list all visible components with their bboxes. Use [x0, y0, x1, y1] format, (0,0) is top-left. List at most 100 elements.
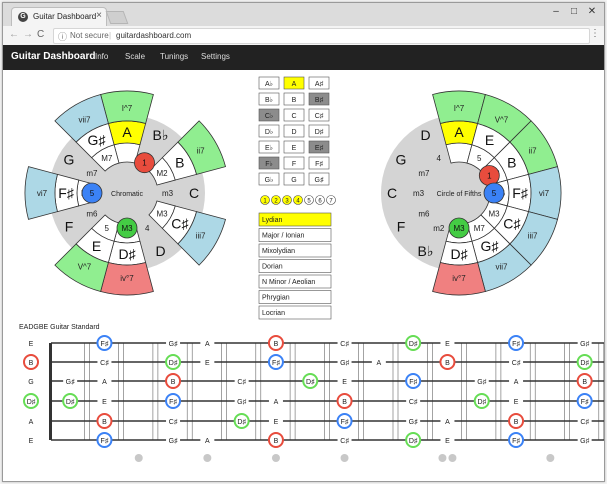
fret-note-e[interactable]: E: [440, 435, 455, 445]
chromatic-note-label-b[interactable]: B: [175, 155, 184, 171]
fret-note-g-sharp[interactable]: G♯: [63, 376, 78, 386]
url-text[interactable]: guitardashboard.com: [116, 31, 191, 40]
nav-info[interactable]: Info: [95, 52, 108, 61]
note-grid-cell-b-flat[interactable]: B♭: [258, 92, 280, 106]
note-grid-cell-c-sharp[interactable]: C♯: [308, 108, 330, 122]
fifths-chord-vi7[interactable]: vi7: [528, 166, 562, 220]
fret-note-b[interactable]: B: [508, 413, 525, 429]
fifths-chord-iv-dim7[interactable]: iv°7: [432, 262, 486, 296]
forward-icon[interactable]: →: [23, 29, 33, 40]
reload-icon[interactable]: C: [37, 29, 44, 40]
chromatic-note-label-d[interactable]: D: [155, 243, 165, 259]
note-grid-cell-c-flat[interactable]: C♭: [258, 108, 280, 122]
fret-note-f-sharp[interactable]: F♯: [96, 335, 113, 351]
fret-note-g-sharp[interactable]: G♯: [577, 435, 592, 445]
fret-note-c-sharp[interactable]: C♯: [509, 357, 524, 367]
note-grid-cell-f-sharp[interactable]: F♯: [308, 156, 330, 170]
chromatic-note-label-b-flat[interactable]: B♭: [153, 127, 169, 143]
fret-note-d-sharp[interactable]: D♯: [576, 354, 593, 370]
note-grid-cell-a-flat[interactable]: A♭: [258, 76, 280, 90]
note-grid-cell-e[interactable]: E: [283, 140, 305, 154]
fret-note-f-sharp[interactable]: F♯: [508, 432, 525, 448]
fret-note-d-sharp[interactable]: D♯: [302, 373, 319, 389]
fifths-note-label-b[interactable]: B: [507, 155, 516, 171]
fret-note-g-sharp[interactable]: G♯: [337, 357, 352, 367]
fret-note-a[interactable]: A: [440, 416, 455, 426]
nav-scale[interactable]: Scale: [125, 52, 145, 61]
fret-note-e[interactable]: E: [440, 338, 455, 348]
fret-note-a[interactable]: A: [200, 338, 215, 348]
fifths-note-label-c-sharp[interactable]: C♯: [503, 216, 521, 232]
note-grid-cell-g-sharp[interactable]: G♯: [308, 172, 330, 186]
fifths-note-label-c[interactable]: C: [387, 185, 397, 201]
chromatic-note-label-f-sharp[interactable]: F♯: [58, 185, 75, 201]
fret-note-f-sharp[interactable]: F♯: [336, 413, 353, 429]
fret-note-e[interactable]: E: [97, 396, 112, 406]
chromatic-note-label-g[interactable]: G: [64, 152, 75, 168]
fret-note-c-sharp[interactable]: C♯: [97, 357, 112, 367]
fifths-note-label-f[interactable]: F: [397, 219, 406, 235]
fifths-note-label-e[interactable]: E: [485, 132, 494, 148]
nav-tunings[interactable]: Tunings: [160, 52, 188, 61]
fifths-note-label-b-flat[interactable]: B♭: [418, 243, 434, 259]
fifths-note-label-a[interactable]: A: [454, 124, 464, 140]
brand-title[interactable]: Guitar Dashboard: [11, 51, 95, 62]
note-grid-cell-d-sharp[interactable]: D♯: [308, 124, 330, 138]
fret-note-c-sharp[interactable]: C♯: [337, 435, 352, 445]
fret-note-g-sharp[interactable]: G♯: [474, 376, 489, 386]
chromatic-note-label-g-sharp[interactable]: G♯: [88, 132, 107, 148]
fret-note-c-sharp[interactable]: C♯: [577, 416, 592, 426]
chromatic-note-label-a[interactable]: A: [122, 124, 132, 140]
fret-note-b[interactable]: B: [439, 354, 456, 370]
fret-note-b[interactable]: B: [576, 373, 593, 389]
fret-note-c-sharp[interactable]: C♯: [337, 338, 352, 348]
close-tab-icon[interactable]: ×: [96, 10, 102, 21]
menu-icon[interactable]: ⋮: [590, 28, 600, 39]
browser-tab[interactable]: G Guitar Dashboard ×: [11, 7, 107, 27]
maximize-icon[interactable]: □: [566, 6, 582, 17]
note-grid-cell-a-sharp[interactable]: A♯: [308, 76, 330, 90]
fifths-note-label-d[interactable]: D: [420, 127, 430, 143]
note-grid-cell-d-flat[interactable]: D♭: [258, 124, 280, 138]
fret-note-b[interactable]: B: [96, 413, 113, 429]
fret-note-d-sharp[interactable]: D♯: [62, 393, 79, 409]
fifths-note-label-g-sharp[interactable]: G♯: [481, 238, 500, 254]
fret-note-f-sharp[interactable]: F♯: [267, 354, 284, 370]
chromatic-note-label-c[interactable]: C: [189, 185, 199, 201]
back-icon[interactable]: ←: [9, 29, 19, 40]
chromatic-note-label-c-sharp[interactable]: C♯: [171, 216, 189, 232]
fret-note-g-sharp[interactable]: G♯: [234, 396, 249, 406]
fret-note-d-sharp[interactable]: D♯: [405, 432, 422, 448]
address-bar[interactable]: ⓘ Not secure | guitardashboard.com: [53, 28, 590, 44]
nav-settings[interactable]: Settings: [201, 52, 230, 61]
fret-note-e[interactable]: E: [337, 376, 352, 386]
note-grid-cell-d[interactable]: D: [283, 124, 305, 138]
fret-note-b[interactable]: B: [267, 432, 284, 448]
fret-note-c-sharp[interactable]: C♯: [166, 416, 181, 426]
minimize-icon[interactable]: –: [548, 6, 564, 17]
fret-note-g-sharp[interactable]: G♯: [577, 338, 592, 348]
fret-note-f-sharp[interactable]: F♯: [576, 393, 593, 409]
fret-note-e[interactable]: E: [200, 357, 215, 367]
chromatic-chord-i-maj7[interactable]: I^7: [100, 90, 154, 124]
fret-note-e[interactable]: E: [268, 416, 283, 426]
fret-note-g-sharp[interactable]: G♯: [166, 435, 181, 445]
window-close-icon[interactable]: ✕: [584, 6, 600, 17]
fifths-note-label-f-sharp[interactable]: F♯: [512, 185, 529, 201]
fret-note-b[interactable]: B: [165, 373, 182, 389]
fret-note-d-sharp[interactable]: D♯: [405, 335, 422, 351]
chromatic-chord-iv-dim7[interactable]: iv°7: [100, 262, 154, 296]
fret-note-b[interactable]: B: [336, 393, 353, 409]
fret-note-a[interactable]: A: [371, 357, 386, 367]
fret-note-c-sharp[interactable]: C♯: [406, 396, 421, 406]
fret-note-d-sharp[interactable]: D♯: [473, 393, 490, 409]
fret-note-f-sharp[interactable]: F♯: [508, 335, 525, 351]
fret-note-d-sharp[interactable]: D♯: [165, 354, 182, 370]
fifths-note-label-g[interactable]: G: [396, 152, 407, 168]
info-icon[interactable]: ⓘ: [58, 30, 67, 43]
chromatic-note-label-e[interactable]: E: [92, 238, 101, 254]
note-grid-cell-g-flat[interactable]: G♭: [258, 172, 280, 186]
fret-note-a[interactable]: A: [509, 376, 524, 386]
fret-note-c-sharp[interactable]: C♯: [234, 376, 249, 386]
note-grid-cell-e-flat[interactable]: E♭: [258, 140, 280, 154]
